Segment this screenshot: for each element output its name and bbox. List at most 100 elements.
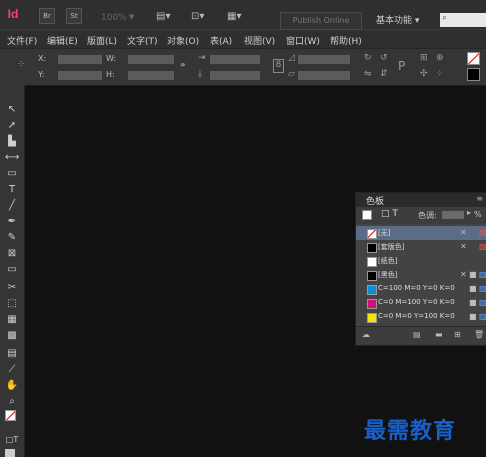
rotate-cw-icon[interactable]: ↻ [364,53,372,63]
swatches-panel: 色板 ≡ □ T 色调: ▸ % [无] ✕ ▨ [套版色] ✕ ▨ [纸色] [355,192,486,346]
menu-table[interactable]: 表(A) [210,34,232,47]
screen-mode-icon[interactable]: ⊡▾ [191,11,204,22]
control-panel: ⁘ X: Y: W: H: ⚭ ⇥ ⤓ 8 ◿ ▱ ↻ ↺ ⇋ ⇵ P ⊞ ⊕ … [0,48,486,86]
delete-swatch-icon[interactable]: 🗑 [474,330,484,339]
app-logo: Id [7,7,19,21]
content-collector-icon[interactable]: ▭ [5,167,19,181]
process-color-icon: ■ [469,270,477,279]
stock-button[interactable]: St [66,8,82,24]
swatches-panel-title: 色板 [366,197,385,207]
select-previous-icon[interactable]: ✣ [420,69,428,79]
menu-help[interactable]: 帮助(H) [330,34,362,47]
rectangle-tool-icon[interactable]: ▭ [5,263,19,277]
free-transform-tool-icon[interactable]: ⬚ [5,297,19,311]
constrain-proportions-icon[interactable]: ⚭ [179,61,187,71]
swatch-black[interactable]: [黑色] ✕ ■ ▨ [356,268,486,282]
menu-file[interactable]: 文件(F) [7,34,37,47]
cannot-edit-icon: ✕ [460,228,467,237]
process-color-icon: ■ [469,298,477,307]
w-field[interactable] [128,55,174,64]
h-field[interactable] [128,71,174,80]
menu-layout[interactable]: 版面(L) [87,34,117,47]
x-field[interactable] [58,55,102,64]
swatches-panel-toolbar: □ T 色调: ▸ % [356,207,486,224]
cmyk-icon: ▨ [479,284,486,293]
reference-point-icon[interactable]: ⁘ [17,59,25,70]
swatch-none[interactable]: [无] ✕ ▨ [356,226,486,240]
zoom-level[interactable]: 100% [101,13,127,23]
hand-tool-icon[interactable]: ✋ [5,379,19,393]
swatch-magenta[interactable]: C=0 M=100 Y=0 K=0 ■ ▨ [356,296,486,310]
pen-tool-icon[interactable]: ✒ [5,215,19,229]
swatch-paper[interactable]: [纸色] [356,254,486,268]
select-container-icon[interactable]: ⊞ [420,53,428,63]
gradient-feather-tool-icon[interactable]: ▩ [5,329,19,343]
zoom-dropdown-icon[interactable]: ▼ [129,13,134,21]
shear-field[interactable] [298,71,350,80]
format-container-icon[interactable]: □T [5,433,19,447]
w-label: W: [106,54,117,63]
rotate-field[interactable] [298,55,350,64]
swatch-registration[interactable]: [套版色] ✕ ▨ [356,240,486,254]
note-tool-icon[interactable]: ▤ [5,347,19,361]
pencil-tool-icon[interactable]: ✎ [5,231,19,245]
page-tool-icon[interactable]: ▙ [5,135,19,149]
y-field[interactable] [58,71,102,80]
gradient-swatch-tool-icon[interactable]: ▦ [5,313,19,327]
tint-unit: % [474,210,482,219]
gap-tool-icon[interactable]: ⟷ [5,151,19,165]
link-scale-icon[interactable]: 8 [273,59,284,73]
rectangle-frame-tool-icon[interactable]: ⊠ [5,247,19,261]
swatches-panel-tab[interactable]: 色板 ≡ [356,193,486,207]
stroke-swatch[interactable] [467,68,480,81]
swatch-name: [黑色] [378,271,398,279]
flip-horizontal-icon[interactable]: ⇋ [364,69,372,79]
cannot-edit-icon: ✕ [460,242,467,251]
workspace-switcher[interactable]: 基本功能 ▾ [376,13,419,26]
publish-online-button[interactable]: Publish Online [280,12,362,30]
flip-vertical-icon[interactable]: ⇵ [380,69,388,79]
tint-field[interactable] [442,211,464,219]
process-color-icon: ■ [469,284,477,293]
zoom-tool-icon[interactable]: ⌕ [5,395,19,409]
tint-dropdown-icon[interactable]: ▸ [467,208,471,217]
select-content-icon[interactable]: ⊕ [436,53,444,63]
cmyk-icon: ▨ [479,298,486,307]
cmyk-icon: ▨ [479,312,486,321]
process-color-icon: ■ [469,312,477,321]
fill-stroke-swatch[interactable] [5,410,16,421]
swatch-views-icon[interactable]: ▤ [413,330,421,339]
direct-selection-tool-icon[interactable]: ➚ [5,119,19,133]
swatch-yellow[interactable]: C=0 M=0 Y=100 K=0 ■ ▨ [356,310,486,324]
line-tool-icon[interactable]: ╱ [5,199,19,213]
new-swatch-icon[interactable]: ⊞ [454,330,461,339]
menu-object[interactable]: 对象(O) [167,34,199,47]
eyedropper-tool-icon[interactable]: ⟋ [5,363,19,377]
scale-x-field[interactable] [210,55,260,64]
panel-menu-icon[interactable]: ≡ [476,194,483,203]
swatch-name: [无] [378,229,391,237]
fill-swatch[interactable] [467,52,480,65]
new-color-group-icon[interactable]: ▬ [435,330,443,339]
scissors-tool-icon[interactable]: ✂ [5,281,19,295]
fill-icon[interactable] [362,210,372,220]
menu-edit[interactable]: 编辑(E) [47,34,78,47]
select-next-icon[interactable]: ⁘ [436,69,444,79]
menu-type[interactable]: 文字(T) [127,34,158,47]
menu-window[interactable]: 窗口(W) [286,34,320,47]
rotate-ccw-icon[interactable]: ↺ [380,53,388,63]
search-input[interactable]: ⌕ [440,13,486,27]
type-tool-icon[interactable]: T [5,183,19,197]
view-mode-icon[interactable] [5,449,15,457]
show-swatch-kinds-icon[interactable]: ☁ [362,330,370,339]
swatch-cyan[interactable]: C=100 M=0 Y=0 K=0 ■ ▨ [356,282,486,296]
arrange-documents-icon[interactable]: ▦▾ [227,11,241,22]
scale-y-field[interactable] [210,71,260,80]
bridge-button[interactable]: Br [39,8,55,24]
menu-view[interactable]: 视图(V) [244,34,275,47]
view-options-icon[interactable]: ▤▾ [156,11,170,22]
selection-tool-icon[interactable]: ↖ [5,103,19,117]
cannot-edit-icon: ✕ [460,270,467,279]
format-text-icon[interactable]: □ T [381,209,398,219]
swatch-color-chip [367,285,377,295]
